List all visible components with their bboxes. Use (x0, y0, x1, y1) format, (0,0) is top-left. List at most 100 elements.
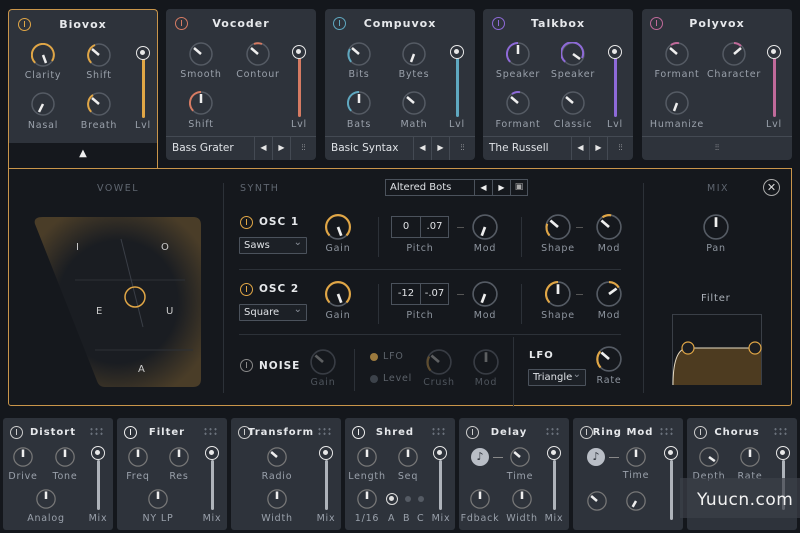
mix-slider[interactable] (97, 460, 100, 510)
tone-knob[interactable] (55, 447, 75, 467)
drive-knob[interactable] (13, 447, 33, 467)
fx-ring-mod[interactable]: Ring Mod ♪ Time (573, 418, 683, 530)
time-knob[interactable] (510, 447, 530, 467)
mix-handle[interactable] (547, 446, 561, 460)
breath-knob[interactable] (87, 92, 111, 116)
drag-grip-icon[interactable] (431, 427, 445, 436)
osc2-pitch-semitones[interactable]: -12 (392, 284, 420, 304)
drag-grip-icon[interactable] (317, 427, 331, 436)
osc2-wave-dropdown[interactable]: Square (239, 304, 307, 321)
fx-transform[interactable]: Transform Radio Width Mix (231, 418, 341, 530)
mix-slider[interactable] (211, 460, 214, 510)
radio-knob[interactable] (267, 447, 287, 467)
noise-mod-knob[interactable] (473, 349, 499, 375)
mix-handle[interactable] (776, 446, 790, 460)
osc2-power-icon[interactable] (240, 283, 253, 296)
mix-slider[interactable] (553, 460, 556, 510)
osc2-shape-mod-knob[interactable] (596, 281, 622, 307)
osc1-power-icon[interactable] (240, 216, 253, 229)
drag-grip-icon[interactable] (89, 427, 103, 436)
mix-slider[interactable] (670, 460, 673, 520)
osc1-pitch-semitones[interactable]: 0 (392, 217, 420, 237)
bats-knob[interactable] (347, 91, 371, 115)
ringmod-knob-2[interactable] (626, 491, 646, 511)
module-vocoder[interactable]: Vocoder Smooth Contour Shift Lvl Bass Gr… (166, 9, 316, 160)
osc1-pitch-box[interactable]: 0.07 (391, 216, 449, 238)
ringmod-knob[interactable] (587, 491, 607, 511)
osc2-pitch-fine[interactable]: -.07 (420, 284, 448, 304)
shift-knob[interactable] (189, 91, 213, 115)
step-c-radio[interactable] (418, 496, 424, 502)
mix-handle[interactable] (205, 446, 219, 460)
feedback-knob[interactable] (470, 489, 490, 509)
fx-shred[interactable]: Shred Length Seq 1/16 A B C Mix (345, 418, 455, 530)
close-button[interactable]: ✕ (763, 179, 780, 196)
osc2-shape-knob[interactable] (545, 281, 571, 307)
module-compuvox[interactable]: Compuvox Bits Bytes Bats Math Lvl Basic … (325, 9, 475, 160)
rate-knob[interactable] (740, 447, 760, 467)
level-slider[interactable] (773, 57, 776, 117)
osc1-wave-dropdown[interactable]: Saws (239, 237, 307, 254)
crush-knob[interactable] (426, 349, 452, 375)
analog-knob[interactable] (36, 489, 56, 509)
fx-distort[interactable]: Distort Drive Tone Analog Mix (3, 418, 113, 530)
depth-knob[interactable] (699, 447, 719, 467)
res-knob[interactable] (169, 447, 189, 467)
humanize-knob[interactable] (665, 91, 689, 115)
module-polyvox[interactable]: Polyvox Formant Character Humanize Lvl ⫶… (642, 9, 792, 160)
noise-power-icon[interactable] (240, 359, 253, 372)
drag-grip-icon[interactable] (659, 427, 673, 436)
mix-handle[interactable] (664, 446, 678, 460)
osc2-pitch-box[interactable]: -12 -.07 (391, 283, 449, 305)
drag-grip-icon[interactable] (203, 427, 217, 436)
drag-grip-icon[interactable] (545, 427, 559, 436)
freq-knob[interactable] (128, 447, 148, 467)
osc2-pitch-mod-knob[interactable] (472, 281, 498, 307)
settings-sliders-icon[interactable]: ⫶⫶ (607, 137, 633, 160)
width-knob[interactable] (512, 489, 532, 509)
vowel-pad[interactable] (25, 209, 211, 394)
bytes-knob[interactable] (402, 42, 426, 66)
mix-handle[interactable] (433, 446, 447, 460)
speaker-knob[interactable] (506, 42, 530, 66)
tempo-sync-note-icon[interactable]: ♪ (587, 448, 605, 466)
prev-preset-button[interactable]: ◀ (571, 137, 589, 160)
tempo-sync-note-icon[interactable]: ♪ (471, 448, 489, 466)
preset-name[interactable]: Basic Syntax (325, 137, 413, 160)
level-handle[interactable] (450, 45, 464, 59)
save-icon[interactable]: ▣ (510, 180, 527, 195)
module-biovox[interactable]: Biovox Clarity Shift Nasal Breath Lvl ▲ (8, 9, 158, 170)
collapse-arrow-icon[interactable]: ▲ (9, 143, 157, 170)
lfo-rate-knob[interactable] (596, 346, 622, 372)
next-preset-button[interactable]: ▶ (589, 137, 607, 160)
seq-knob[interactable] (398, 447, 418, 467)
mix-slider[interactable] (439, 460, 442, 510)
level-handle[interactable] (292, 45, 306, 59)
nasal-knob[interactable] (31, 92, 55, 116)
settings-sliders-icon[interactable]: ⫶⫶ (642, 137, 792, 160)
filter-curve-graph[interactable] (672, 314, 762, 385)
pan-knob[interactable] (703, 214, 729, 240)
fx-delay[interactable]: Delay ♪ Time Fdback Width Mix (459, 418, 569, 530)
settings-sliders-icon[interactable]: ⫶⫶ (449, 137, 475, 160)
width-knob[interactable] (267, 489, 287, 509)
settings-sliders-icon[interactable]: ⫶⫶ (290, 137, 316, 160)
preset-name[interactable]: The Russell (483, 137, 571, 160)
math-knob[interactable] (402, 91, 426, 115)
classic-knob[interactable] (561, 91, 585, 115)
level-slider[interactable] (298, 57, 301, 117)
level-slider[interactable] (142, 58, 145, 118)
level-handle[interactable] (608, 45, 622, 59)
shift-knob[interactable] (87, 43, 111, 67)
formant-knob[interactable] (665, 42, 689, 66)
module-talkbox[interactable]: Talkbox Speaker Speaker Formant Classic … (483, 9, 633, 160)
lfo-radio[interactable] (370, 353, 378, 361)
time-knob[interactable] (626, 447, 646, 467)
bits-knob[interactable] (347, 42, 371, 66)
osc1-pitch-mod-knob[interactable] (472, 214, 498, 240)
osc1-pitch-fine[interactable]: .07 (420, 217, 448, 237)
mix-handle[interactable] (91, 446, 105, 460)
character-knob[interactable] (722, 42, 746, 66)
level-handle[interactable] (767, 45, 781, 59)
preset-name[interactable]: Bass Grater (166, 137, 254, 160)
